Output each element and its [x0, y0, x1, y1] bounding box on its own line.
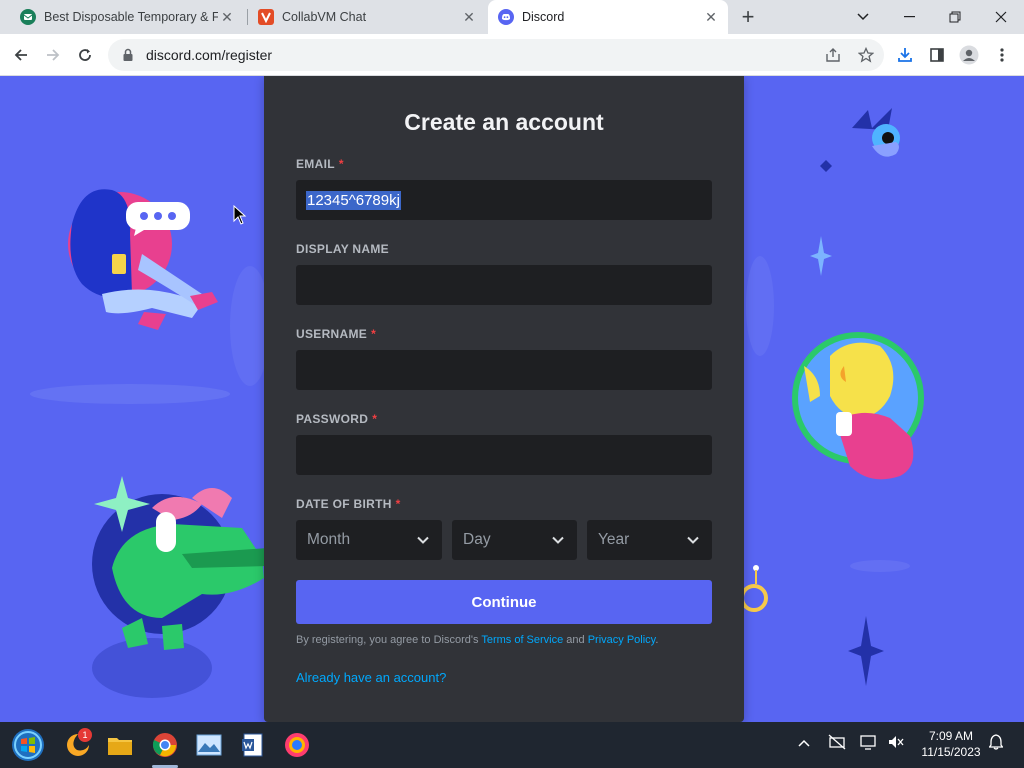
continue-button[interactable]: Continue — [296, 580, 712, 624]
email-value: 12345^6789kj — [306, 190, 401, 210]
wordpad-icon[interactable] — [237, 729, 269, 761]
form-title: Create an account — [404, 109, 604, 135]
lock-icon — [123, 48, 133, 61]
date-of-birth-row: Month Day Year — [296, 520, 712, 560]
day-placeholder: Day — [463, 531, 491, 548]
required-asterisk: * — [338, 157, 344, 171]
required-asterisk: * — [372, 412, 378, 426]
snail-illustration — [744, 565, 768, 612]
mouse-cursor-icon — [233, 205, 247, 225]
month-select[interactable]: Month — [296, 520, 442, 560]
close-tab-icon[interactable]: ✕ — [218, 8, 236, 26]
clock-date: 11/15/2023 — [921, 745, 981, 759]
restore-button[interactable] — [932, 0, 978, 34]
discord-icon — [498, 9, 514, 25]
tab-title: CollabVM Chat — [282, 10, 367, 24]
email-label: EMAIL * — [296, 157, 344, 171]
minimize-button[interactable] — [886, 0, 932, 34]
back-arrow-icon[interactable] — [8, 42, 34, 68]
terms-notice: By registering, you agree to Discord's T… — [296, 634, 659, 646]
sparkle-icon — [810, 236, 832, 276]
show-hidden-icons-chevron-icon[interactable] — [798, 734, 810, 750]
sparkle-icon — [848, 616, 884, 686]
display-name-field[interactable] — [296, 265, 712, 305]
windows-taskbar: 1 7:09 AM 11/15/2023 — [0, 722, 1024, 768]
year-select[interactable]: Year — [587, 520, 712, 560]
tempmail-icon — [20, 9, 36, 25]
start-orb-icon[interactable] — [10, 727, 46, 763]
tab-collabvm[interactable]: CollabVM Chat ✕ — [250, 0, 486, 34]
photo-viewer-icon[interactable] — [193, 729, 225, 761]
month-placeholder: Month — [307, 531, 351, 548]
required-asterisk: * — [395, 497, 401, 511]
network-disconnected-icon[interactable] — [828, 734, 846, 753]
address-bar[interactable]: discord.com/register — [108, 39, 884, 71]
password-label: PASSWORD * — [296, 412, 378, 426]
collabvm-icon — [258, 9, 274, 25]
register-card: Create an account EMAIL * 12345^6789kj DI… — [264, 76, 744, 722]
chevron-down-icon — [417, 536, 429, 544]
browser-toolbar: discord.com/register — [0, 34, 1024, 76]
username-label: USERNAME * — [296, 327, 377, 341]
browser-tab-bar: Best Disposable Temporary & Fa ✕ CollabV… — [0, 0, 1024, 34]
notification-badge: 1 — [78, 728, 92, 742]
volume-muted-icon[interactable] — [887, 734, 905, 753]
bookmark-star-icon[interactable] — [853, 42, 879, 68]
tab-separator — [247, 9, 248, 25]
close-tab-icon[interactable]: ✕ — [702, 8, 720, 26]
green-creature-illustration — [92, 476, 268, 698]
more-menu-icon[interactable] — [989, 42, 1015, 68]
tab-title: Best Disposable Temporary & Fa — [44, 10, 218, 24]
display-name-label: DISPLAY NAME — [296, 242, 389, 256]
forward-arrow-icon[interactable] — [40, 42, 66, 68]
tab-tempmail[interactable]: Best Disposable Temporary & Fa ✕ — [12, 0, 244, 34]
bat-creature-illustration — [820, 108, 900, 172]
terms-of-service-link[interactable]: Terms of Service — [481, 634, 563, 646]
notification-bell-icon[interactable] — [988, 734, 1004, 753]
yellow-duck-illustration — [792, 332, 924, 480]
tab-search-chevron-icon[interactable] — [840, 0, 886, 34]
share-icon[interactable] — [820, 42, 846, 68]
day-select[interactable]: Day — [452, 520, 577, 560]
username-field[interactable] — [296, 350, 712, 390]
clock-time: 7:09 AM — [928, 729, 974, 743]
chevron-down-icon — [687, 536, 699, 544]
file-explorer-icon[interactable] — [104, 729, 136, 761]
chrome-icon[interactable] — [149, 729, 181, 761]
url-text: discord.com/register — [146, 47, 273, 63]
close-window-button[interactable] — [978, 0, 1024, 34]
email-field[interactable]: 12345^6789kj — [296, 180, 712, 220]
tab-discord[interactable]: Discord ✕ — [488, 0, 728, 34]
password-field[interactable] — [296, 435, 712, 475]
discord-register-page: Create an account EMAIL * 12345^6789kj DI… — [0, 76, 1024, 722]
tab-title: Discord — [522, 10, 565, 24]
reload-icon[interactable] — [72, 42, 98, 68]
privacy-policy-link[interactable]: Privacy Policy — [588, 634, 656, 646]
required-asterisk: * — [371, 327, 377, 341]
new-tab-button[interactable]: + — [736, 4, 760, 29]
already-have-account-link[interactable]: Already have an account? — [296, 670, 712, 685]
chevron-down-icon — [552, 536, 564, 544]
person-with-phone-illustration — [68, 189, 218, 330]
close-tab-icon[interactable]: ✕ — [460, 8, 478, 26]
taskbar-clock[interactable]: 7:09 AM 11/15/2023 — [916, 728, 986, 760]
profile-avatar-icon[interactable] — [956, 42, 982, 68]
download-icon[interactable] — [892, 42, 918, 68]
year-placeholder: Year — [598, 531, 630, 548]
side-panel-icon[interactable] — [924, 42, 950, 68]
date-of-birth-label: DATE OF BIRTH * — [296, 497, 401, 511]
colorful-app-icon[interactable] — [281, 729, 313, 761]
display-icon[interactable] — [860, 734, 876, 753]
